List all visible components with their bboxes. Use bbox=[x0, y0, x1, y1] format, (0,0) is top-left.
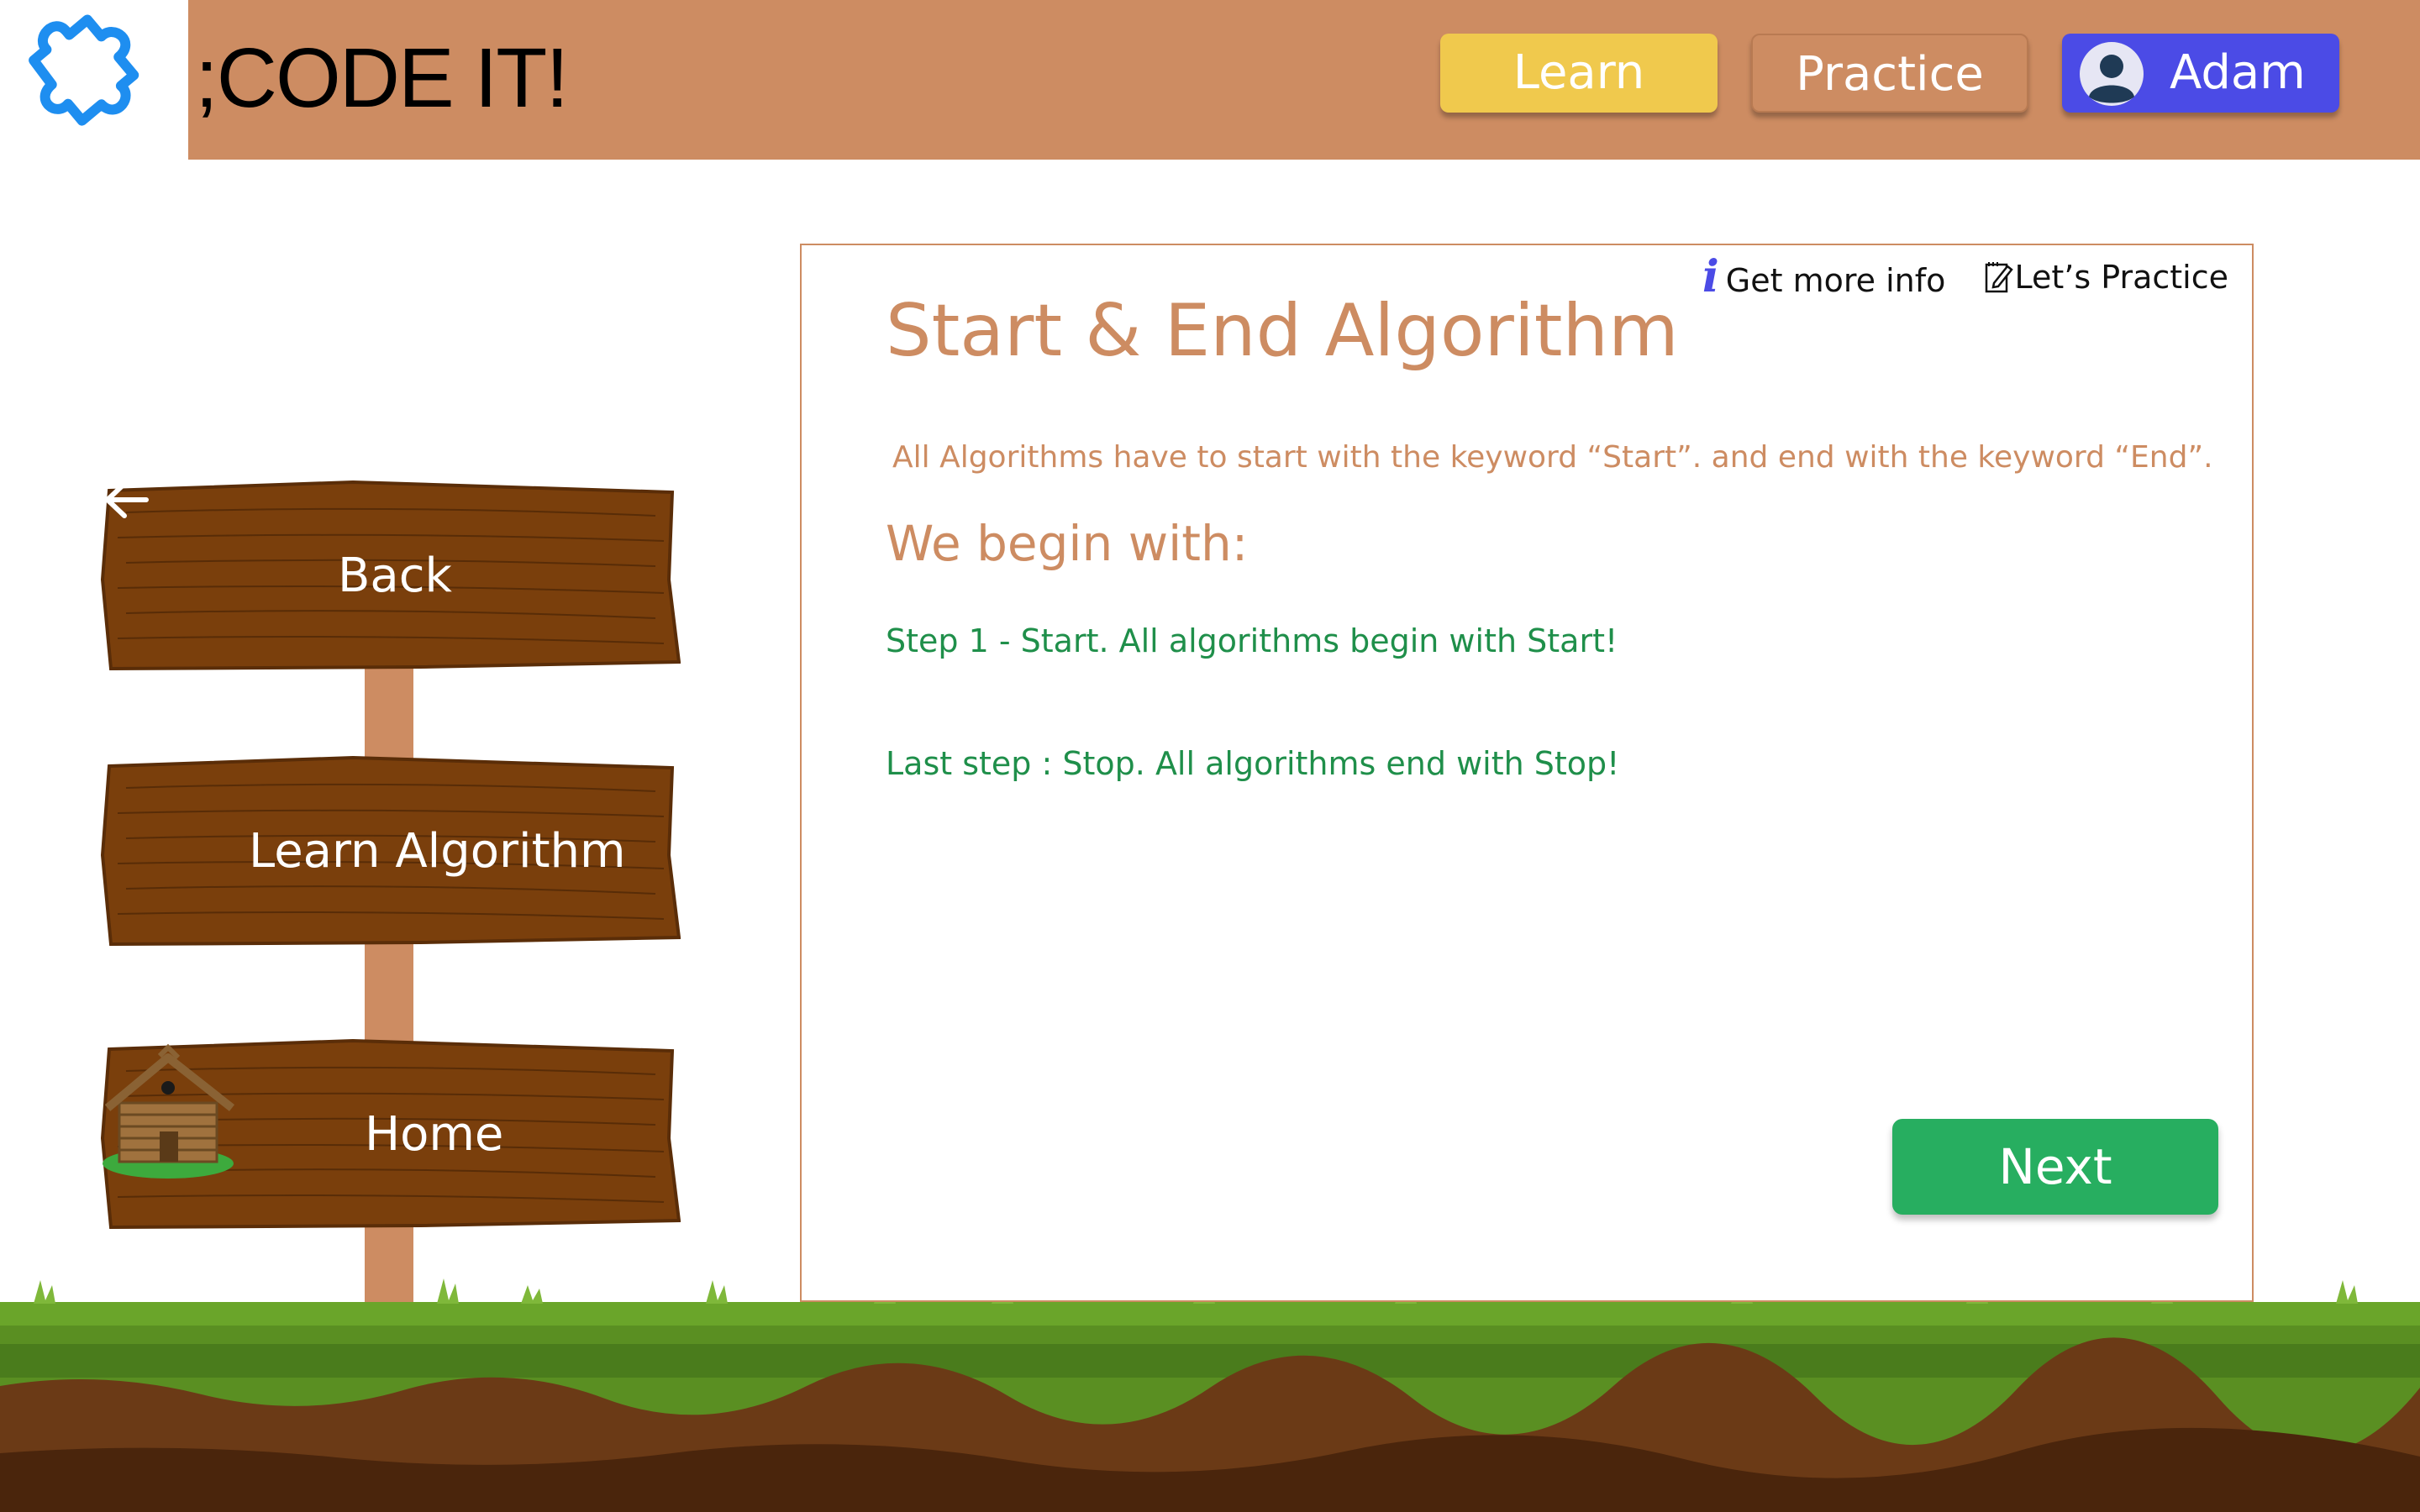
home-sign-button[interactable]: Home bbox=[101, 1037, 681, 1232]
lets-practice-link[interactable]: Let’s Practice bbox=[1984, 252, 2228, 302]
lesson-description: All Algorithms have to start with the ke… bbox=[892, 440, 2213, 475]
card-links: i Get more info Let’s Practice bbox=[1702, 252, 2228, 302]
get-more-info-link[interactable]: i Get more info bbox=[1702, 252, 1945, 306]
lesson-title: Start & End Algorithm bbox=[886, 289, 1679, 373]
lesson-subheading: We begin with: bbox=[886, 515, 1249, 572]
header: ;CODE IT! Learn Practice Adam bbox=[0, 0, 2420, 160]
learn-button[interactable]: Learn bbox=[1440, 34, 1718, 113]
back-label: Back bbox=[338, 549, 452, 603]
user-avatar-icon bbox=[2080, 42, 2144, 106]
app-title: ;CODE IT! bbox=[195, 31, 569, 125]
user-name: Adam bbox=[2170, 45, 2306, 100]
practice-button[interactable]: Practice bbox=[1751, 34, 2028, 113]
get-more-info-label: Get more info bbox=[1725, 262, 1946, 299]
lets-practice-label: Let’s Practice bbox=[2014, 259, 2228, 296]
back-sign-button[interactable]: Back bbox=[101, 479, 681, 674]
page: ;CODE IT! Learn Practice Adam Back Learn… bbox=[0, 0, 2420, 1512]
lesson-card: i Get more info Let’s Practice Start & En… bbox=[800, 244, 2254, 1302]
home-label: Home bbox=[365, 1107, 504, 1162]
info-icon: i bbox=[1702, 251, 1719, 302]
step-first: Step 1 - Start. All algorithms begin wit… bbox=[886, 622, 1618, 659]
next-button[interactable]: Next bbox=[1892, 1119, 2218, 1215]
puzzle-piece-icon bbox=[29, 14, 139, 126]
step-last: Last step : Stop. All algorithms end wit… bbox=[886, 745, 1620, 782]
logo[interactable] bbox=[0, 0, 188, 160]
arrow-left-icon bbox=[105, 481, 149, 518]
learn-algorithm-label: Learn Algorithm bbox=[249, 824, 626, 879]
edit-note-icon bbox=[1986, 262, 2014, 293]
user-menu-button[interactable]: Adam bbox=[2062, 34, 2339, 113]
log-cabin-icon bbox=[103, 1043, 235, 1179]
learn-algorithm-sign-button[interactable]: Learn Algorithm bbox=[101, 754, 681, 949]
